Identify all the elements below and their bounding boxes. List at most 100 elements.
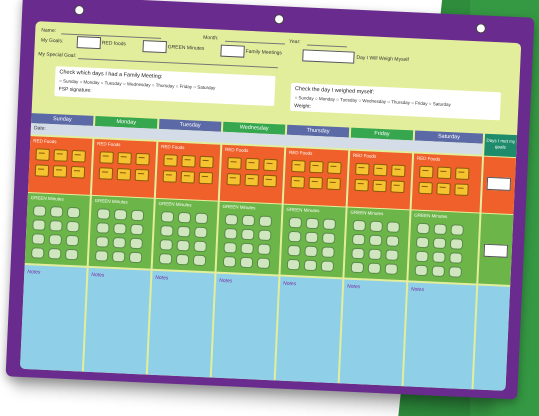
activity-icon — [32, 205, 47, 217]
red-foods-cell[interactable]: RED Foods — [91, 138, 157, 198]
food-icon — [134, 168, 150, 182]
goal-green-checkbox[interactable] — [483, 243, 509, 258]
food-icon — [116, 168, 132, 181]
red-foods-cell-label: RED Foods — [288, 149, 313, 156]
activity-icon — [385, 235, 400, 247]
notes-cell[interactable]: Notes — [339, 279, 407, 387]
green-minutes-cell[interactable]: GREEN Minutes — [280, 204, 346, 278]
red-foods-cell[interactable]: RED Foods — [347, 150, 413, 210]
family-meeting-box: Check which days I had a Family Meeting:… — [54, 66, 276, 107]
food-icon — [98, 167, 114, 180]
activity-icon — [239, 256, 254, 269]
red-food-icons — [226, 157, 278, 188]
food-icon — [436, 182, 451, 196]
food-icon — [372, 179, 387, 193]
activity-icon — [111, 250, 126, 263]
food-icon — [180, 170, 196, 184]
food-icon — [181, 154, 196, 168]
food-icon — [35, 148, 50, 161]
activity-icon — [129, 237, 143, 250]
food-icon — [163, 154, 178, 167]
food-icon — [390, 180, 405, 194]
activity-icon — [177, 225, 191, 238]
weigh-day-goal-box[interactable] — [302, 49, 355, 64]
food-icon — [437, 166, 452, 180]
green-activity-icons — [30, 205, 81, 261]
notes-cell[interactable]: Notes — [211, 273, 279, 381]
weight-label: Weight: — [294, 103, 312, 110]
green-activity-icons — [350, 219, 401, 275]
notes-cell[interactable]: Notes — [19, 264, 87, 372]
red-foods-cell-label: RED Foods — [33, 138, 57, 145]
activity-icon — [192, 254, 207, 267]
food-icon — [418, 181, 433, 195]
red-foods-cell[interactable]: RED Foods — [155, 141, 221, 201]
green-minutes-cell[interactable]: GREEN Minutes — [216, 201, 282, 275]
green-minutes-cell[interactable]: GREEN Minutes — [408, 210, 480, 284]
family-meetings-goal-box[interactable] — [220, 44, 245, 58]
month-line — [224, 40, 285, 45]
notes-cell[interactable]: Notes — [275, 276, 343, 384]
green-activity-icons — [414, 222, 464, 278]
red-foods-cell[interactable]: RED Foods — [219, 144, 285, 204]
activity-icon — [49, 206, 64, 218]
activity-icon — [113, 208, 128, 221]
chart-board: Name: Month: Year: My Goals: RED foods G… — [5, 0, 535, 400]
red-foods-cell[interactable]: RED Foods — [27, 136, 93, 195]
green-minutes-cell-label: GREEN Minutes — [286, 206, 320, 214]
red-food-icons — [418, 165, 470, 196]
name-label: Name: — [41, 27, 57, 35]
food-icon — [198, 171, 214, 185]
notes-cell[interactable]: Notes — [403, 282, 477, 390]
activity-icon — [258, 229, 272, 242]
red-foods-cell-label: RED Foods — [416, 155, 441, 162]
green-minutes-cell[interactable]: GREEN Minutes — [24, 193, 90, 266]
goal-column-header: Days I met my goals — [484, 133, 518, 158]
red-foods-goal-label: RED foods — [101, 40, 127, 48]
goal-notes-cell — [473, 285, 511, 391]
green-minutes-cell[interactable]: GREEN Minutes — [344, 207, 410, 281]
tracking-sheet: Name: Month: Year: My Goals: RED foods G… — [19, 21, 522, 391]
activity-icon — [304, 231, 319, 244]
green-activity-icons — [222, 213, 273, 270]
notes-cell[interactable]: Notes — [83, 267, 151, 375]
green-minutes-cell[interactable]: GREEN Minutes — [152, 198, 218, 272]
green-minutes-goal-label: GREEN Minutes — [167, 44, 205, 52]
green-minutes-cell[interactable]: GREEN Minutes — [88, 195, 154, 269]
activity-icon — [160, 211, 175, 223]
goal-red-checkbox[interactable] — [486, 176, 512, 191]
activity-icon — [177, 211, 192, 224]
green-activity-icons — [94, 208, 145, 264]
activity-icon — [303, 259, 318, 272]
activity-icon — [194, 212, 209, 225]
notes-label: Notes — [346, 283, 361, 291]
food-icon — [326, 177, 341, 191]
food-icon — [52, 165, 68, 178]
food-icon — [245, 157, 260, 171]
food-icon — [162, 170, 178, 183]
red-food-icons — [34, 148, 86, 179]
green-minutes-goal-box[interactable] — [142, 40, 167, 54]
food-icon — [355, 162, 370, 176]
green-minutes-cell-label: GREEN Minutes — [158, 200, 192, 208]
red-foods-cell[interactable]: RED Foods — [411, 153, 483, 213]
activity-icon — [449, 238, 464, 250]
notes-cell[interactable]: Notes — [147, 270, 215, 378]
food-icon — [117, 152, 132, 165]
red-foods-cell[interactable]: RED Foods — [283, 147, 349, 207]
green-activity-icons — [158, 211, 209, 267]
activity-icon — [96, 222, 110, 234]
weigh-in-day-options[interactable]: ○ Sunday ○ Monday ○ Tuesday ○ Wednesday … — [294, 95, 451, 107]
notes-label: Notes — [219, 277, 233, 285]
red-foods-goal-box[interactable] — [76, 36, 102, 50]
activity-icon — [368, 248, 382, 261]
activity-icon — [304, 245, 318, 258]
activity-icon — [48, 234, 63, 246]
food-icon — [71, 149, 86, 163]
food-icon — [391, 164, 406, 178]
food-icon — [244, 173, 260, 187]
food-icon — [226, 173, 242, 186]
date-label: Date: — [33, 125, 46, 132]
food-icon — [70, 165, 86, 179]
activity-icon — [130, 223, 144, 236]
